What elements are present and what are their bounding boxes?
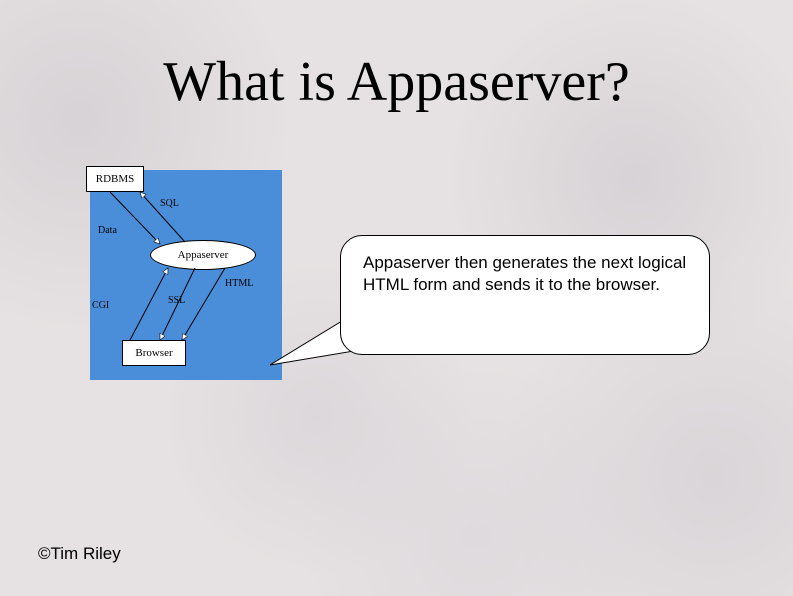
rdbms-box: RDBMS xyxy=(86,166,144,192)
callout-text: Appaserver then generates the next logic… xyxy=(363,253,686,294)
diagram-arrows xyxy=(90,170,282,380)
edge-label-data: Data xyxy=(98,225,117,236)
browser-box: Browser xyxy=(122,340,186,366)
edge-label-html: HTML xyxy=(225,278,253,289)
edge-label-sql: SQL xyxy=(160,198,179,209)
edge-label-ssl: SSL xyxy=(168,295,185,306)
edge-label-cgi: CGI xyxy=(92,300,109,311)
copyright-text: ©Tim Riley xyxy=(38,544,121,564)
appaserver-oval: Appaserver xyxy=(150,240,256,270)
architecture-diagram: RDBMS Appaserver Browser SQL Data HTML S… xyxy=(90,170,282,380)
slide-title: What is Appaserver? xyxy=(0,50,793,114)
explanation-callout: Appaserver then generates the next logic… xyxy=(340,235,710,355)
